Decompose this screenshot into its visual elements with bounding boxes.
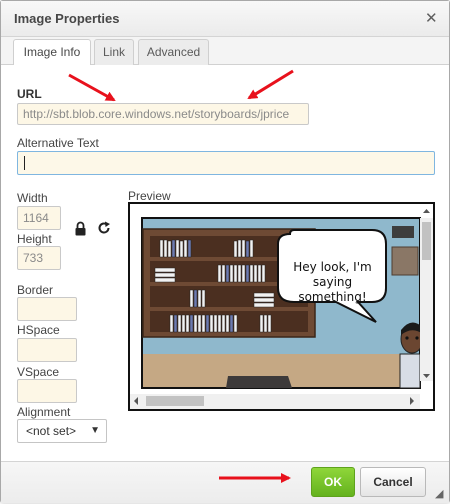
alt-text-label: Alternative Text	[17, 136, 99, 150]
lock-icon[interactable]	[74, 221, 87, 239]
vspace-field[interactable]	[17, 379, 77, 403]
preview-label: Preview	[128, 189, 171, 203]
storyboard-preview-image	[130, 204, 433, 409]
alt-text-field[interactable]	[17, 151, 435, 175]
speech-line-3: something!	[298, 290, 367, 304]
speech-bubble-text: Hey look, I'm saying something!	[280, 260, 385, 305]
image-properties-dialog: Image Properties ✕ Image Info Link Advan…	[0, 0, 450, 503]
height-field[interactable]: 733	[17, 246, 61, 270]
url-field[interactable]: http://sbt.blob.core.windows.net/storybo…	[17, 103, 309, 125]
alignment-value: <not set>	[26, 424, 77, 438]
hspace-field[interactable]	[17, 338, 77, 362]
dialog-footer: OK Cancel	[1, 461, 449, 503]
tab-image-info[interactable]: Image Info	[13, 39, 91, 66]
dialog-titlebar[interactable]: Image Properties ✕	[1, 1, 449, 37]
dialog-title: Image Properties	[14, 11, 120, 26]
border-label: Border	[17, 283, 54, 297]
text-caret	[24, 156, 25, 170]
tab-panel-image-info: URL http://sbt.blob.core.windows.net/sto…	[1, 65, 449, 461]
url-label: URL	[17, 87, 42, 101]
height-label: Height	[17, 232, 52, 246]
hspace-label: HSpace	[17, 323, 60, 337]
resize-handle-icon[interactable]: ◢	[435, 487, 443, 500]
reset-size-icon[interactable]	[97, 221, 111, 238]
dropdown-arrow-icon: ▼	[90, 425, 100, 436]
cancel-button[interactable]: Cancel	[360, 467, 426, 497]
image-preview: Hey look, I'm saying something!	[128, 202, 435, 411]
speech-line-1: Hey look, I'm	[293, 260, 372, 274]
width-field[interactable]: 1164	[17, 206, 61, 230]
border-field[interactable]	[17, 297, 77, 321]
ok-button[interactable]: OK	[311, 467, 355, 497]
alignment-label: Alignment	[17, 405, 71, 419]
alignment-select[interactable]: <not set> ▼	[17, 419, 107, 443]
tab-advanced[interactable]: Advanced	[138, 39, 209, 65]
vspace-label: VSpace	[17, 365, 60, 379]
tab-link[interactable]: Link	[94, 39, 134, 65]
close-icon[interactable]: ✕	[425, 10, 438, 28]
speech-line-2: saying	[312, 275, 353, 289]
width-label: Width	[17, 191, 48, 205]
tab-bar: Image Info Link Advanced	[1, 37, 449, 66]
